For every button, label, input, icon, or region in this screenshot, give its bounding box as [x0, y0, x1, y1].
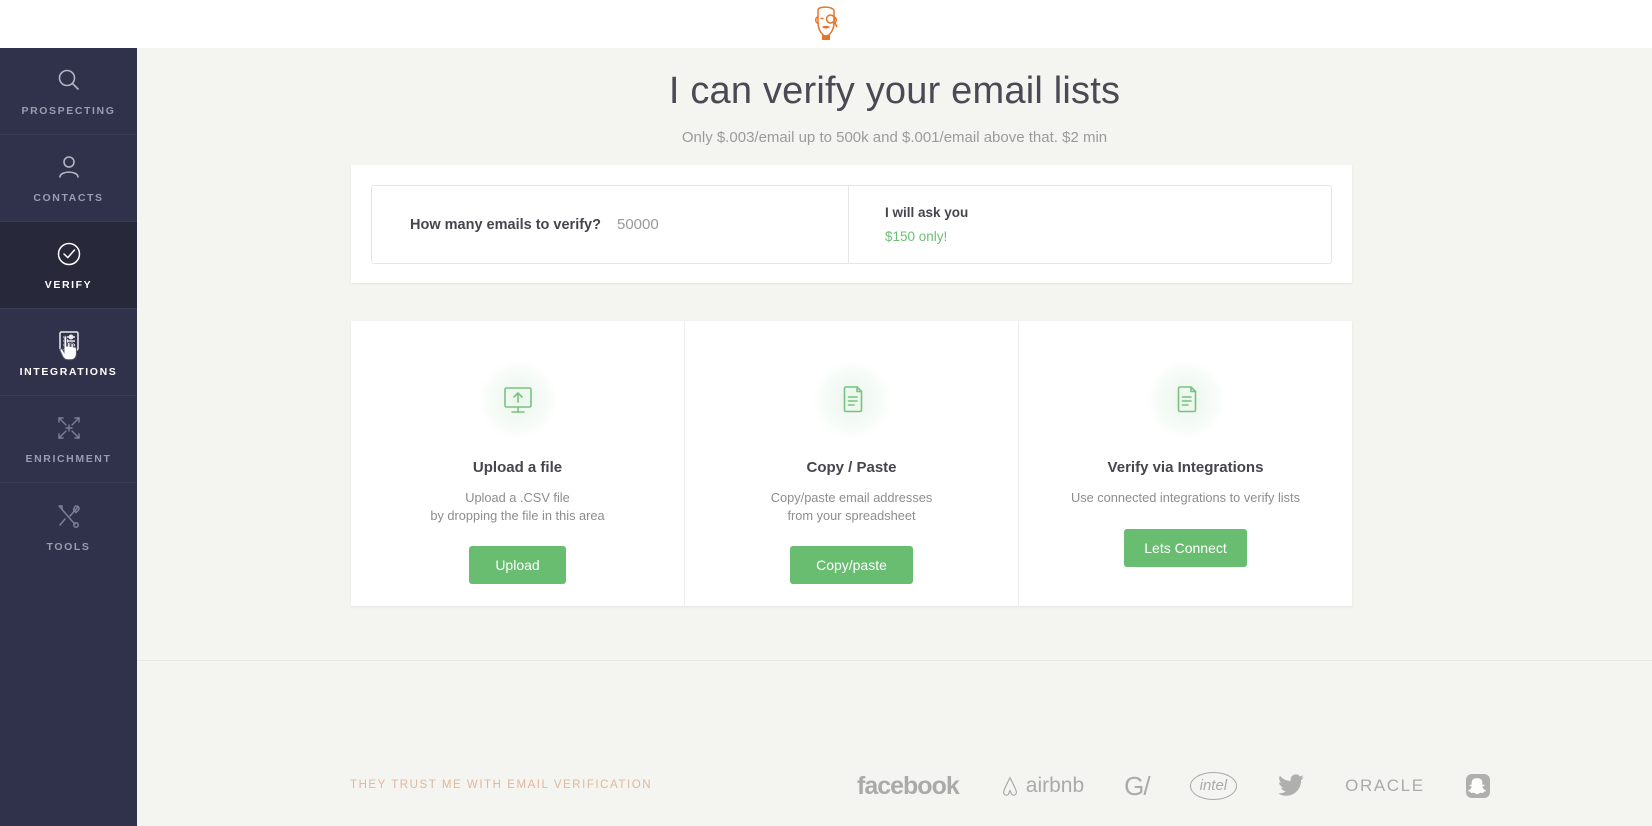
- sidebar-item-label: ENRICHMENT: [25, 453, 112, 465]
- calculator-input-group: How many emails to verify?: [372, 186, 849, 263]
- snapchat-ghost-icon: [1465, 774, 1490, 798]
- sidebar-item-label: CONTACTS: [33, 192, 104, 204]
- card-description-line1: Copy/paste email addresses: [770, 490, 933, 505]
- oracle-logo: ORACLE: [1345, 776, 1425, 795]
- page-title: I can verify your email lists: [668, 70, 1121, 112]
- intel-logo: intel: [1189, 772, 1238, 800]
- snapchat-logo: [1465, 773, 1491, 799]
- price-value: $150 only!: [885, 229, 948, 244]
- card-title: Copy / Paste: [806, 459, 897, 476]
- monitor-upload-icon: [478, 361, 557, 439]
- card-description: Use connected integrations to verify lis…: [1071, 489, 1300, 507]
- sliders-panel-icon: [54, 326, 84, 356]
- sidebar-item-contacts[interactable]: CONTACTS: [0, 135, 137, 222]
- footer: THEY TRUST ME WITH EMAIL VERIFICATION fa…: [137, 661, 1652, 826]
- sidebar-item-integrations[interactable]: INTEGRATIONS: [0, 309, 137, 396]
- card-verify-integrations: Verify via Integrations Use connected in…: [1019, 321, 1352, 606]
- monocle-face-logo[interactable]: [809, 4, 843, 46]
- copy-paste-button[interactable]: Copy/paste: [790, 546, 913, 585]
- brand-logo-row: facebook airbnb G/ intel ORACLE: [857, 761, 1557, 811]
- card-description-line1: Upload a .CSV file: [465, 490, 570, 505]
- pricing-calculator-box: How many emails to verify? I will ask yo…: [371, 185, 1332, 264]
- sidebar-item-label: INTEGRATIONS: [19, 366, 118, 378]
- airbnb-logo: airbnb: [999, 774, 1084, 798]
- card-copy-paste: Copy / Paste Copy/paste email addresses …: [685, 321, 1019, 606]
- facebook-logo: facebook: [857, 771, 960, 800]
- lets-connect-button[interactable]: Lets Connect: [1124, 528, 1247, 567]
- pricing-calculator-panel: How many emails to verify? I will ask yo…: [351, 165, 1352, 283]
- airbnb-mark-icon: [1002, 776, 1017, 796]
- upload-button[interactable]: Upload: [469, 546, 566, 585]
- card-upload-file: Upload a file Upload a .CSV file by drop…: [351, 321, 685, 606]
- check-circle-icon: [54, 239, 84, 269]
- card-description-line2: by dropping the file in this area: [430, 507, 605, 523]
- card-description: Copy/paste email addresses from your spr…: [771, 489, 932, 524]
- calculator-price-group: I will ask you $150 only!: [849, 186, 1331, 263]
- ask-price-label: I will ask you: [885, 205, 969, 220]
- sidebar-item-enrichment[interactable]: ENRICHMENT: [0, 396, 137, 483]
- emails-count-input[interactable]: [616, 216, 817, 233]
- twitter-bird-icon: [1278, 774, 1305, 796]
- airbnb-label: airbnb: [1025, 774, 1085, 797]
- card-title: Upload a file: [472, 459, 563, 476]
- user-icon: [54, 152, 84, 182]
- google-logo: G/: [1124, 770, 1150, 801]
- sidebar-item-label: TOOLS: [46, 540, 91, 553]
- tools-cross-icon: [54, 501, 84, 531]
- verify-method-cards: Upload a file Upload a .CSV file by drop…: [351, 321, 1352, 606]
- sidebar-item-verify[interactable]: VERIFY: [0, 222, 137, 309]
- main-content: I can verify your email lists Only $.003…: [137, 48, 1652, 826]
- emails-count-label: How many emails to verify?: [410, 216, 601, 233]
- sidebar-item-label: VERIFY: [44, 279, 93, 291]
- trust-headline: THEY TRUST ME WITH EMAIL VERIFICATION: [350, 779, 653, 791]
- documents-copy-icon: [1146, 361, 1225, 439]
- sidebar-item-prospecting[interactable]: PROSPECTING: [0, 48, 137, 135]
- sidebar: PROSPECTING CONTACTS VERIFY INTEGRATIONS…: [0, 48, 137, 826]
- documents-copy-icon: [812, 361, 891, 439]
- card-title: Verify via Integrations: [1107, 459, 1264, 476]
- search-icon: [54, 65, 84, 95]
- card-description-line2: from your spreadsheet: [787, 507, 916, 523]
- twitter-logo: [1277, 774, 1305, 798]
- card-description: Upload a .CSV file by dropping the file …: [430, 489, 604, 524]
- top-bar: [0, 0, 1652, 48]
- page-subtitle: Only $.003/email up to 500k and $.001/em…: [681, 129, 1108, 146]
- converge-arrows-icon: [54, 413, 84, 443]
- card-description-line1: Use connected integrations to verify lis…: [1070, 490, 1301, 505]
- sidebar-item-tools[interactable]: TOOLS: [0, 483, 137, 570]
- sidebar-item-label: PROSPECTING: [21, 105, 116, 117]
